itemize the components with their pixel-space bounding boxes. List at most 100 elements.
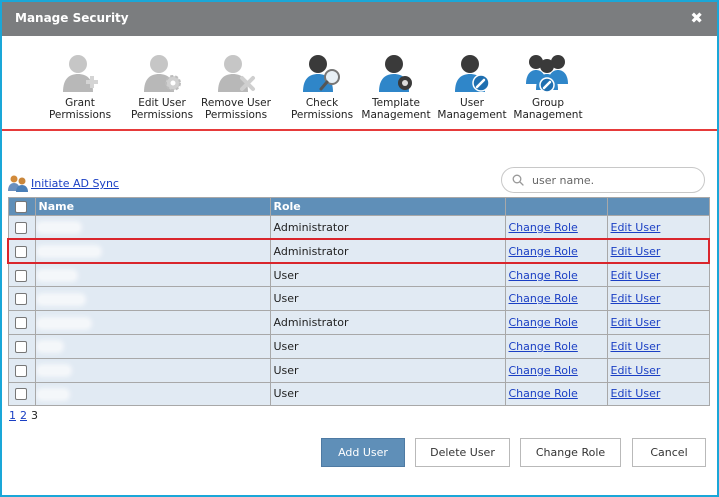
role-cell: Administrator	[269, 310, 506, 335]
row-checkbox[interactable]	[15, 245, 27, 258]
table-row[interactable]: Administrator Change Role Edit User	[7, 310, 710, 335]
edit-user-link[interactable]: Edit User	[611, 292, 661, 305]
manage-security-dialog: Manage Security ✖ Grant Permissions Edit…	[0, 0, 719, 497]
role-cell: User	[269, 333, 506, 359]
edit-user-permissions-button[interactable]: Edit User Permissions	[124, 52, 200, 121]
edit-user-link[interactable]: Edit User	[611, 316, 661, 329]
edit-user-link[interactable]: Edit User	[611, 364, 661, 377]
tool-label-1: Remove User	[201, 97, 271, 109]
dialog-title: Manage Security	[15, 11, 129, 25]
edit-user-link[interactable]: Edit User	[611, 340, 661, 353]
change-role-link[interactable]: Change Role	[509, 316, 578, 329]
redacted-name	[38, 224, 79, 232]
grant-permissions-button[interactable]: Grant Permissions	[42, 52, 118, 121]
group-management-icon	[526, 55, 568, 93]
row-checkbox[interactable]	[14, 221, 27, 234]
column-header-role[interactable]: Role	[269, 197, 506, 216]
change-role-link[interactable]: Change Role	[509, 387, 578, 400]
user-name-cell	[34, 238, 271, 265]
edit-user-link[interactable]: Edit User	[611, 269, 661, 282]
pagination: 123	[9, 409, 42, 422]
row-checkbox[interactable]	[14, 340, 27, 353]
select-all-checkbox[interactable]	[14, 201, 27, 213]
search-input[interactable]	[530, 171, 698, 189]
user-name-cell	[34, 357, 271, 383]
add-user-button[interactable]: Add User	[321, 438, 405, 467]
user-management-button[interactable]: User Management	[434, 52, 510, 121]
edit-user-link[interactable]: Edit User	[611, 245, 661, 258]
grant-permissions-icon	[63, 55, 98, 92]
delete-user-button[interactable]: Delete User	[415, 438, 510, 467]
column-header-change-role	[504, 197, 608, 216]
page-link-1[interactable]: 1	[9, 409, 16, 422]
change-role-link[interactable]: Change Role	[509, 221, 578, 234]
table-row[interactable]: User Change Role Edit User	[7, 262, 710, 288]
toolbar-divider	[2, 129, 717, 131]
close-icon[interactable]: ✖	[690, 9, 703, 27]
table-row[interactable]: User Change Role Edit User	[7, 381, 710, 407]
redacted-name	[38, 390, 67, 398]
role-cell: Administrator	[269, 238, 506, 265]
initiate-ad-sync-link[interactable]: Initiate AD Sync	[31, 177, 119, 190]
toolbar: Grant Permissions Edit User Permissions …	[2, 42, 717, 128]
check-permissions-button[interactable]: Check Permissions	[284, 52, 360, 121]
edit-user-link[interactable]: Edit User	[611, 387, 661, 400]
edit-user-link[interactable]: Edit User	[611, 221, 661, 234]
remove-user-permissions-icon	[218, 55, 255, 92]
tool-label-2: Management	[513, 109, 583, 121]
tool-label-1: Check	[305, 97, 339, 109]
users-table: Name Role Administrator Change Role Edit…	[7, 197, 710, 407]
tool-label-1: Template	[372, 97, 420, 109]
table-row[interactable]: User Change Role Edit User	[7, 357, 710, 383]
tool-label-2: Management	[437, 109, 507, 121]
tool-label-1: Edit User	[138, 97, 186, 109]
tool-label-2: Permissions	[130, 109, 194, 121]
template-management-button[interactable]: Template Management	[358, 52, 434, 121]
change-role-link[interactable]: Change Role	[509, 340, 578, 353]
user-name-cell	[34, 286, 271, 312]
role-cell: User	[269, 381, 506, 407]
tool-label-2: Management	[361, 109, 431, 121]
column-header-edit-user	[606, 197, 710, 216]
column-header-name[interactable]: Name	[34, 197, 271, 216]
row-checkbox[interactable]	[14, 364, 27, 377]
change-role-link[interactable]: Change Role	[509, 245, 578, 258]
change-role-link[interactable]: Change Role	[509, 269, 578, 282]
tool-label-2: Permissions	[204, 109, 268, 121]
edit-user-permissions-icon	[144, 55, 181, 92]
redacted-name	[38, 343, 61, 351]
table-row[interactable]: User Change Role Edit User	[7, 333, 710, 359]
change-role-button[interactable]: Change Role	[520, 438, 621, 467]
change-role-link[interactable]: Change Role	[509, 364, 578, 377]
row-checkbox[interactable]	[14, 388, 27, 401]
page-link-2[interactable]: 2	[20, 409, 27, 422]
redacted-name	[38, 272, 75, 280]
dialog-titlebar: Manage Security ✖	[2, 2, 717, 36]
row-checkbox[interactable]	[14, 293, 27, 306]
user-name-cell	[34, 381, 271, 407]
tool-label-1: User	[460, 97, 484, 109]
user-name-cell	[34, 262, 271, 288]
row-checkbox[interactable]	[14, 317, 27, 330]
tool-label-2: Permissions	[48, 109, 112, 121]
tool-label-1: Group	[532, 97, 564, 109]
redacted-name	[38, 367, 69, 375]
tool-label-2: Permissions	[290, 109, 354, 121]
role-cell: User	[269, 262, 506, 288]
ad-sync-users-icon	[8, 175, 28, 192]
row-checkbox[interactable]	[14, 269, 27, 282]
check-permissions-icon	[303, 55, 340, 92]
role-cell: User	[269, 357, 506, 383]
redacted-name	[38, 248, 99, 256]
cancel-button[interactable]: Cancel	[632, 438, 706, 467]
remove-user-permissions-button[interactable]: Remove User Permissions	[198, 52, 274, 121]
role-cell: Administrator	[269, 215, 506, 240]
group-management-button[interactable]: Group Management	[510, 52, 586, 121]
table-row[interactable]: Administrator Change Role Edit User	[7, 215, 710, 240]
user-management-icon	[455, 55, 490, 92]
table-row[interactable]: User Change Role Edit User	[7, 286, 710, 312]
select-all-header	[7, 197, 36, 216]
user-name-cell	[34, 310, 271, 335]
change-role-link[interactable]: Change Role	[509, 292, 578, 305]
table-row-selected[interactable]: Administrator Change Role Edit User	[7, 238, 710, 265]
